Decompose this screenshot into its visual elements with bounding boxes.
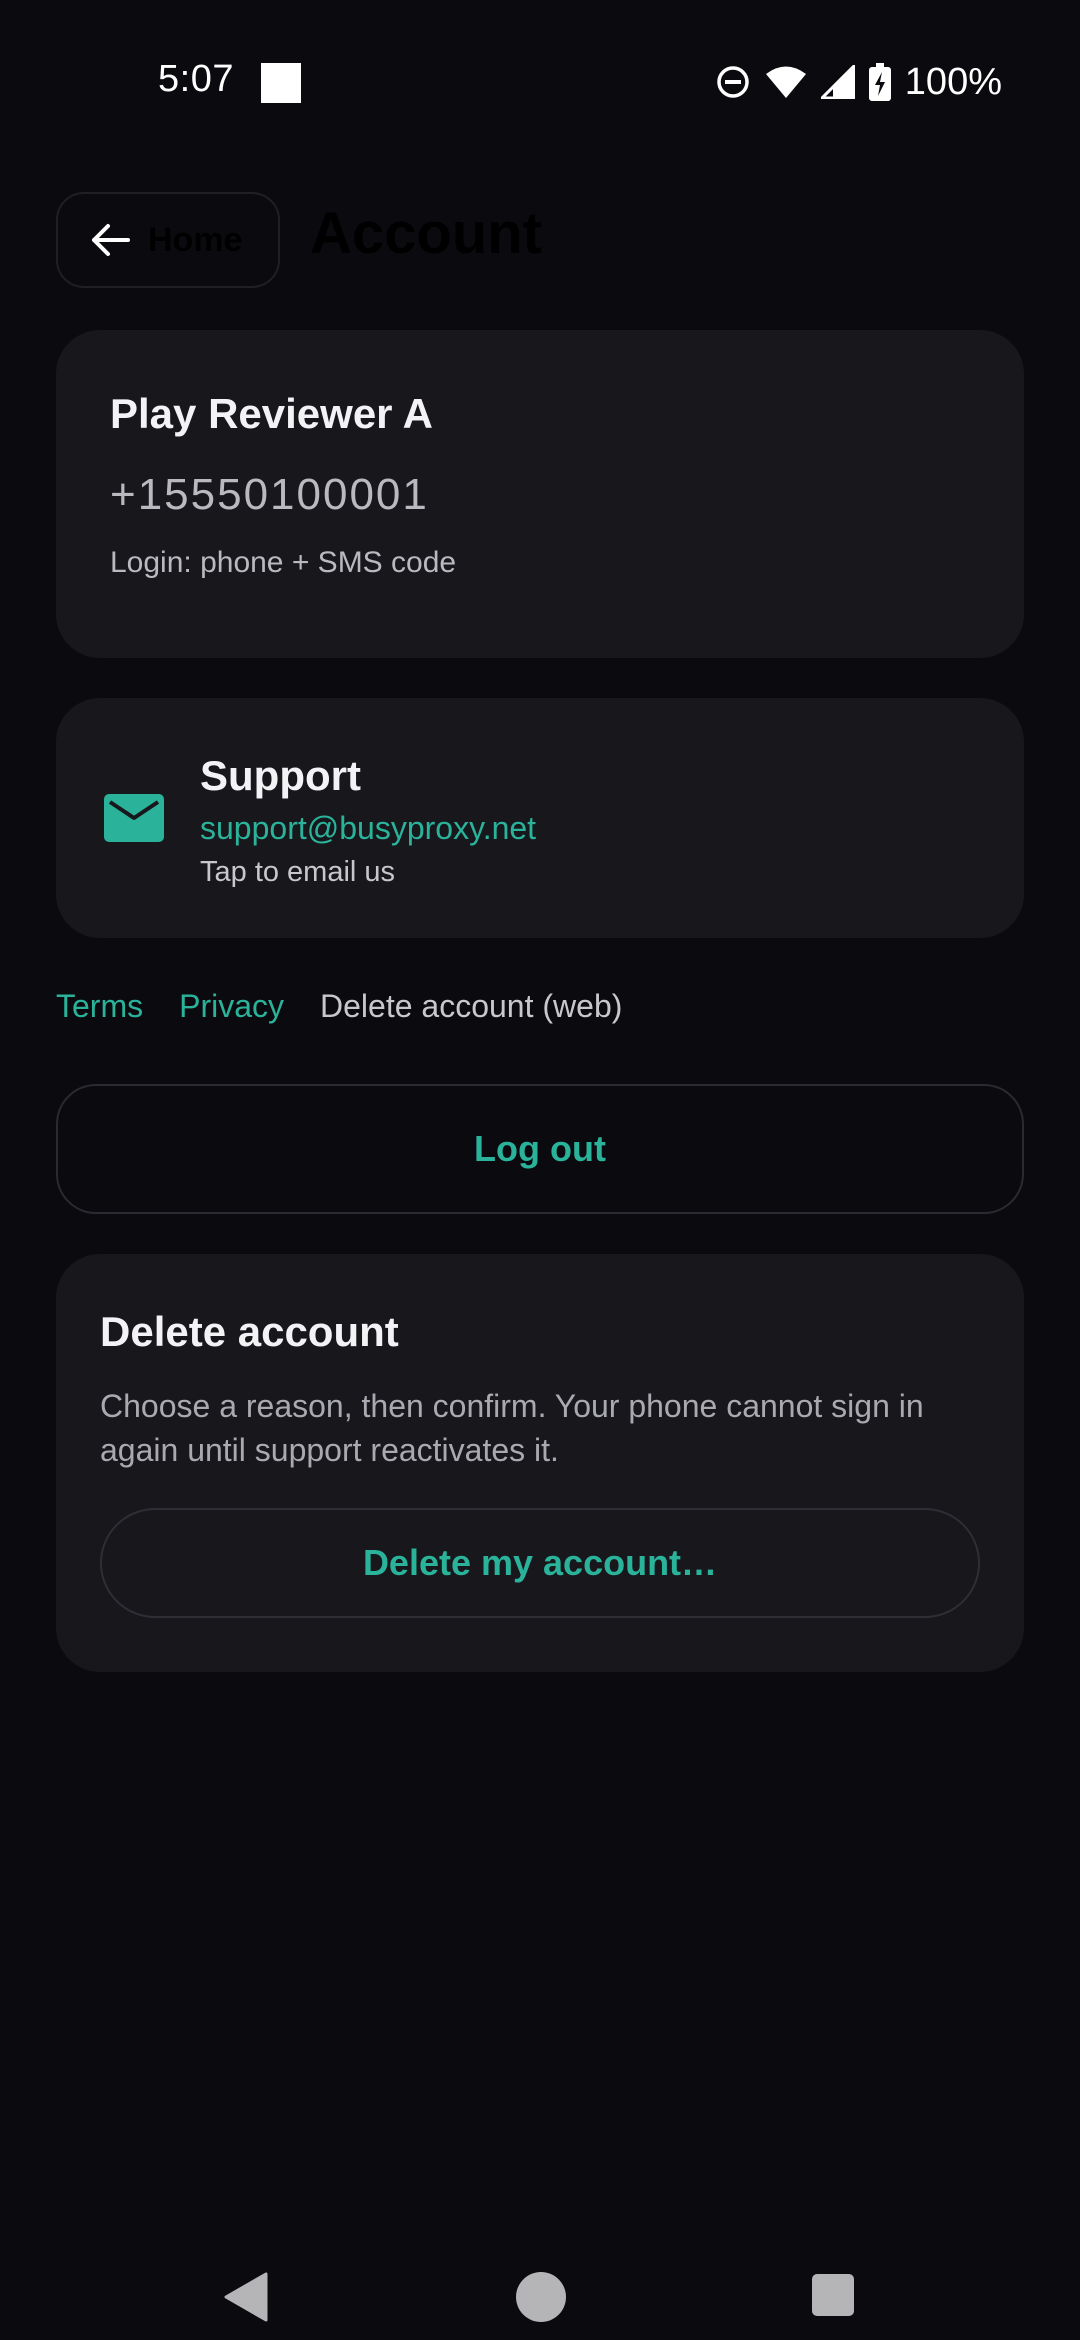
notification-icon: [261, 63, 301, 103]
arrow-left-icon: [92, 224, 130, 256]
login-method: Login: phone + SMS code: [110, 546, 457, 579]
support-card[interactable]: Support support@busyproxy.net Tap to ema…: [56, 698, 1024, 938]
privacy-link[interactable]: Privacy: [179, 988, 284, 1025]
mail-icon: [104, 794, 164, 842]
delete-account-description: Choose a reason, then confirm. Your phon…: [100, 1388, 924, 1468]
wifi-icon: [765, 66, 806, 98]
battery-charging-icon: [868, 63, 891, 101]
status-bar: 5:07 100%: [0, 0, 1080, 165]
terms-link[interactable]: Terms: [56, 988, 143, 1025]
nav-home-icon[interactable]: [516, 2272, 566, 2322]
logout-button[interactable]: Log out: [56, 1084, 1024, 1214]
page-title: Account: [310, 201, 542, 266]
support-hint: Tap to email us: [200, 856, 396, 888]
system-nav-bar: [0, 2220, 1080, 2340]
nav-recents-icon[interactable]: [812, 2274, 854, 2316]
profile-name: Play Reviewer A: [110, 390, 433, 437]
delete-my-account-button[interactable]: Delete my account…: [100, 1508, 980, 1618]
profile-phone: +15550100001: [110, 470, 429, 519]
status-time: 5:07: [158, 58, 234, 100]
delete-account-title: Delete account: [100, 1308, 399, 1355]
delete-account-card: Delete account Choose a reason, then con…: [56, 1254, 1024, 1672]
support-email-link[interactable]: support@busyproxy.net: [200, 810, 536, 847]
signal-icon: [820, 65, 855, 99]
profile-card: Play Reviewer A +15550100001 Login: phon…: [56, 330, 1024, 658]
support-title: Support: [200, 752, 361, 799]
dnd-icon: [717, 66, 749, 98]
delete-account-web-link[interactable]: Delete account (web): [320, 988, 622, 1025]
back-label: Home: [148, 220, 243, 259]
status-icons: 100%: [715, 60, 1002, 104]
nav-back-icon[interactable]: [222, 2272, 268, 2322]
legal-links: Terms Privacy Delete account (web): [56, 988, 622, 1025]
back-home-button[interactable]: Home: [56, 192, 280, 288]
battery-percent: 100%: [904, 60, 1002, 103]
